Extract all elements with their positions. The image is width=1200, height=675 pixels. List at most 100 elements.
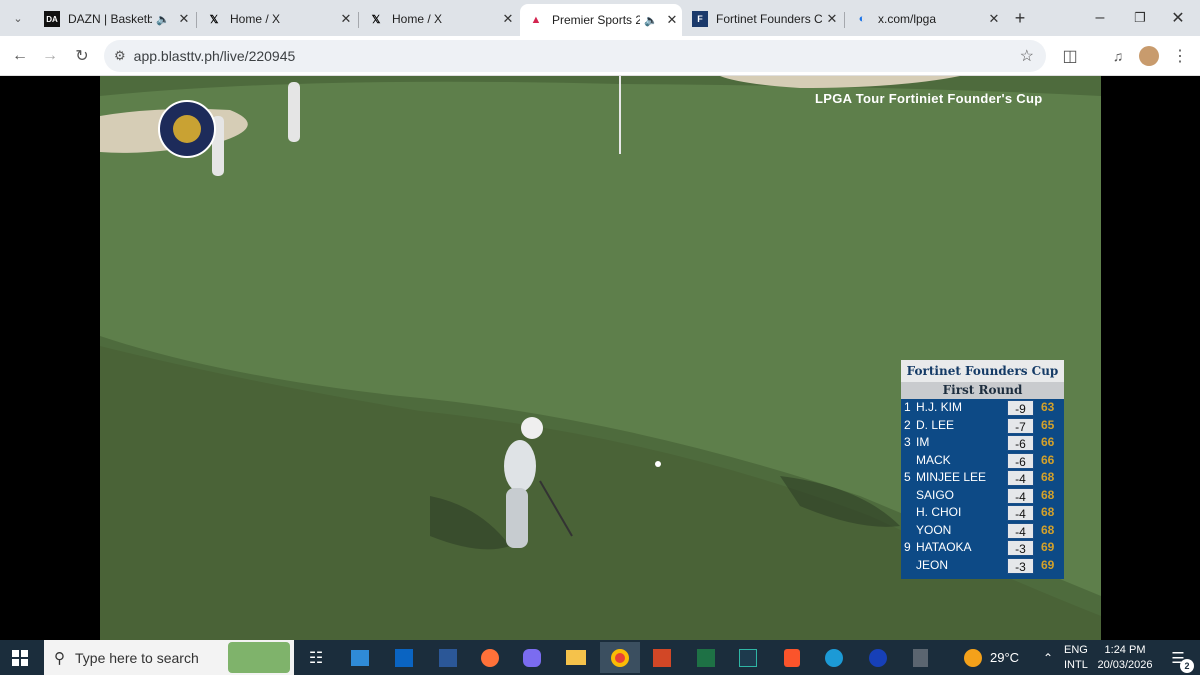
round-score: 68 [1041,470,1055,484]
leaderboard-row: JEON -3 69 [901,557,1064,575]
store-icon[interactable] [340,642,380,673]
tab-title: Premier Sports 2 [552,13,641,27]
row-position: 9 [904,540,911,554]
leaderboard-round: First Round [901,382,1064,399]
round-score: 63 [1041,400,1055,414]
leaderboard-row: MACK -6 66 [901,452,1064,470]
avatar[interactable] [1137,44,1161,68]
site-info-icon[interactable]: ⚙ [114,48,126,64]
leaderboard: Fortinet Founders Cup First Round 1 H.J. … [901,360,1064,579]
tab-home-x-2[interactable]: 𝕏 Home / X ✕ [360,5,518,33]
extensions-icon[interactable]: ◫ [1058,44,1082,68]
player-name: JEON [916,557,949,572]
tab-dazn[interactable]: DA DAZN | Basketbal 🔈 ✕ [36,5,194,33]
player-name: SAIGO [916,487,955,502]
show-hidden-icons-icon[interactable]: ⌃ [1036,642,1060,673]
restore-icon[interactable]: ❐ [1128,6,1152,30]
channel-logo [158,100,216,158]
chrome-icon[interactable] [600,642,640,673]
round-score: 68 [1041,505,1055,519]
close-tab-icon[interactable]: ✕ [498,11,518,27]
outlook-icon[interactable] [384,642,424,673]
player-name: D. LEE [916,417,955,432]
round-score: 68 [1041,487,1055,502]
tab-title: Home / X [230,12,281,26]
to-par: -7 [1007,417,1034,434]
x-logo-icon: 𝕏 [371,13,381,26]
player-name: H. CHOI [916,505,962,519]
notification-icon[interactable]: ☰ 2 [1160,642,1196,673]
search-placeholder: Type here to search [75,649,199,666]
search-highlight-image [228,642,290,673]
new-tab-icon[interactable]: + [1008,6,1032,30]
app-icon-2[interactable] [858,642,898,673]
leaderboard-row: 3 IM -6 66 [901,434,1064,452]
speaker-icon[interactable]: 🔈 [644,14,658,27]
weather-widget[interactable]: 29°C [964,642,1034,673]
media-control-icon[interactable]: ♫ [1106,44,1130,68]
row-position: 5 [904,470,911,484]
round-score: 66 [1041,452,1055,467]
forward-icon[interactable]: → [38,44,62,68]
copilot-icon[interactable] [512,642,552,673]
round-score: 66 [1041,435,1055,449]
firefox-icon[interactable] [470,642,510,673]
weather-temp: 29°C [990,650,1020,665]
tab-fortinet[interactable]: F Fortinet Founders Cu ✕ [684,5,842,33]
video-player[interactable]: LPGA Tour Fortiniet Founder's Cup Fortin… [100,76,1101,640]
reload-icon[interactable]: ↻ [70,44,94,68]
minimize-icon[interactable]: – [1088,6,1112,30]
powerpoint-icon[interactable] [642,642,682,673]
leaderboard-row: 9 HATAOKA -3 69 [901,539,1064,557]
brave-icon[interactable] [772,642,812,673]
edge-icon[interactable] [814,642,854,673]
lang-layout: INTL [1064,659,1088,671]
tab-search-chevron-icon[interactable]: ⌄ [6,6,30,30]
to-par: -3 [1007,557,1034,574]
clock[interactable]: 1:24 PM 20/03/2026 [1094,643,1156,673]
sun-icon [964,648,982,667]
to-par: -6 [1007,435,1034,451]
browser-toolbar: ← → ↻ ⚙ app.blasttv.ph/live/220945 ☆ ◫ ♫… [0,36,1200,76]
tab-title: x.com/lpga [878,12,937,26]
player-name: MACK [916,452,951,467]
excel-icon[interactable] [686,642,726,673]
close-window-icon[interactable]: ✕ [1166,6,1190,30]
windows-start-icon[interactable] [0,642,40,673]
clock-time: 1:24 PM [1104,644,1146,656]
search-icon: ⚲ [54,649,65,667]
to-par: -4 [1007,470,1034,486]
notification-count: 2 [1180,659,1194,673]
round-score: 68 [1041,522,1055,537]
language-indicator[interactable]: ENG INTL [1064,643,1088,673]
close-tab-icon[interactable]: ✕ [822,11,842,27]
close-tab-icon[interactable]: ✕ [662,12,682,28]
x-logo-icon: 𝕏 [209,13,219,26]
fortinet-icon: F [692,11,708,27]
globe-icon [173,115,201,143]
close-tab-icon[interactable]: ✕ [174,11,194,27]
close-tab-icon[interactable]: ✕ [336,11,356,27]
calculator-icon[interactable] [900,642,940,673]
leaderboard-rows: 1 H.J. KIM -9 63 2 D. LEE -7 65 3 IM -6 66 MACK -6 66 5… [901,399,1064,574]
tab-strip: ⌄ DA DAZN | Basketbal 🔈 ✕ 𝕏 Home / X ✕ 𝕏… [0,0,1200,36]
tab-premier-sports[interactable]: ▲ Premier Sports 2 🔈 ✕ [520,4,682,36]
bookmark-star-icon[interactable]: ☆ [1020,46,1034,66]
word-icon[interactable] [428,642,468,673]
taskbar-search[interactable]: ⚲ Type here to search [44,640,294,675]
tab-x-lpga[interactable]: ◐ x.com/lpga ✕ [846,5,1004,33]
url-text[interactable]: app.blasttv.ph/live/220945 [134,48,296,64]
back-icon[interactable]: ← [8,44,32,68]
leaderboard-row: SAIGO -4 68 [901,487,1064,505]
close-tab-icon[interactable]: ✕ [984,11,1004,27]
task-view-icon[interactable]: ☷ [296,642,336,673]
file-explorer-icon[interactable] [556,642,596,673]
row-position: 1 [904,400,911,414]
speaker-icon[interactable]: 🔈 [156,13,170,26]
app-icon[interactable] [728,642,768,673]
leaderboard-row: 1 H.J. KIM -9 63 [901,399,1064,417]
menu-icon[interactable]: ⋮ [1168,44,1192,68]
address-bar[interactable]: ⚙ app.blasttv.ph/live/220945 ☆ [104,40,1046,72]
tab-home-x-1[interactable]: 𝕏 Home / X ✕ [198,5,356,33]
broadcast-title: LPGA Tour Fortiniet Founder's Cup [815,91,1043,106]
